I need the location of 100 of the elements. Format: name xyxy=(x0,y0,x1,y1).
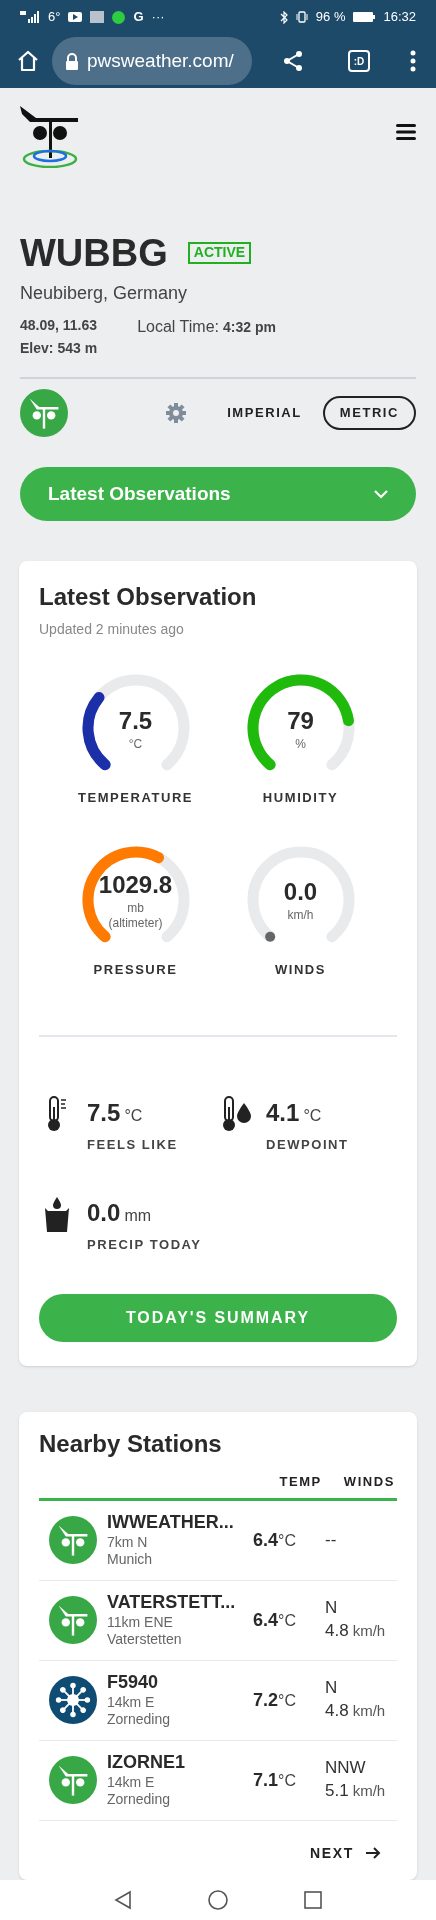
station-name: IZORNE1 xyxy=(107,1751,186,1774)
recents-icon[interactable] xyxy=(304,1890,322,1909)
stat-label: PRECIP TODAY xyxy=(87,1235,202,1254)
logo[interactable] xyxy=(20,106,80,168)
lock-icon xyxy=(65,52,79,70)
station-city: Munich xyxy=(107,1551,154,1569)
menu-icon[interactable] xyxy=(396,124,416,140)
battery-percent: 96 % xyxy=(315,8,346,27)
tab-counter[interactable]: :D xyxy=(348,50,370,72)
wind-direction: NNW xyxy=(325,1756,367,1778)
column-header: WINDS xyxy=(343,1473,395,1491)
wind-direction: N xyxy=(325,1676,339,1698)
vibrate-icon xyxy=(295,11,308,23)
station-location: Neubiberg, Germany xyxy=(20,282,189,305)
wind-unit: km/h xyxy=(352,1780,386,1801)
home-icon[interactable] xyxy=(16,49,40,73)
more-icon[interactable] xyxy=(410,50,416,72)
app-icon xyxy=(112,10,126,24)
temp-unit: °C xyxy=(278,1610,296,1631)
notification-text: G xyxy=(133,8,144,27)
status-badge: ACTIVE xyxy=(187,242,252,264)
settings-icon[interactable] xyxy=(166,403,187,423)
station-distance: 14km E xyxy=(107,1693,156,1712)
gauge-label: TEMPERATURE xyxy=(77,789,194,807)
station-temp: 6.4 xyxy=(253,1608,279,1632)
stat-unit: mm xyxy=(124,1205,152,1226)
gauge-value: 7.5 xyxy=(118,708,153,733)
station-city: Zorneding xyxy=(107,1791,172,1809)
video-icon xyxy=(68,12,83,22)
unit-toggle[interactable]: IMPERIAL xyxy=(210,396,319,430)
station-row[interactable]: IZORNE1 14km E Zorneding 7.1°C NNW 5.1 km/h xyxy=(39,1740,397,1821)
stat-label: DEWPOINT xyxy=(266,1136,349,1154)
station-temp: 7.2 xyxy=(253,1688,279,1712)
station-row[interactable]: IWWEATHER... 7km N Munich 6.4°C -- xyxy=(39,1500,397,1581)
arrow-icon xyxy=(366,1847,381,1859)
notification-text: ··· xyxy=(151,8,165,27)
share-icon[interactable] xyxy=(282,50,304,72)
notification-text: 6° xyxy=(48,8,61,27)
stat-value: 0.0 xyxy=(87,1197,121,1228)
coordinates: 48.09, 11.63 xyxy=(20,316,98,335)
gauge-unit: % xyxy=(295,736,306,752)
unit-toggle[interactable]: METRIC xyxy=(322,396,416,430)
signal-icon xyxy=(20,11,40,23)
gauge-value: 0.0 xyxy=(283,880,318,904)
station-city: Vaterstetten xyxy=(107,1631,183,1649)
gauge-unit: mb xyxy=(127,900,144,916)
gauge-unit: km/h xyxy=(287,908,314,923)
station-icon xyxy=(49,1756,97,1804)
network-icon xyxy=(49,1676,97,1724)
elevation-label: Elev: xyxy=(20,339,54,358)
station-icon xyxy=(49,1596,97,1644)
temp-unit: °C xyxy=(278,1770,296,1791)
app-icon xyxy=(90,11,105,23)
local-time-label: Local Time: xyxy=(137,317,219,337)
station-temp: 7.1 xyxy=(253,1768,279,1792)
station-distance: 11km ENE xyxy=(107,1613,174,1632)
temp-unit: °C xyxy=(278,1690,296,1711)
gauge-label: PRESSURE xyxy=(93,960,178,979)
gauge-note: (altimeter) xyxy=(108,915,163,931)
battery-icon xyxy=(353,12,376,22)
bluetooth-icon xyxy=(279,10,288,24)
clock: 16:32 xyxy=(383,8,416,27)
chevron-icon xyxy=(374,489,388,499)
address-bar[interactable]: pwsweather.com/ xyxy=(52,37,252,85)
station-name: IWWEATHER... xyxy=(107,1511,235,1534)
gauge-label: WINDS xyxy=(274,960,327,979)
stat-value: 4.1 xyxy=(266,1098,300,1128)
wind-speed: 5.1 xyxy=(325,1779,349,1802)
wind-speed: 4.8 xyxy=(325,1619,349,1642)
local-time-value: 4:32 pm xyxy=(223,318,276,337)
card-title: Latest Observation xyxy=(39,582,258,612)
station-city: Zorneding xyxy=(107,1711,172,1729)
wind-direction: -- xyxy=(325,1529,337,1551)
gauge-value: 79 xyxy=(287,708,314,733)
home-nav-icon[interactable] xyxy=(208,1889,228,1910)
station-icon xyxy=(20,389,68,437)
wind-unit: km/h xyxy=(352,1620,386,1641)
wind-unit: km/h xyxy=(352,1700,386,1721)
back-icon[interactable] xyxy=(114,1889,132,1910)
gauge-value: 1029.8 xyxy=(98,872,173,897)
updated-text: Updated 2 minutes ago xyxy=(39,620,185,639)
station-name: F5940 xyxy=(107,1671,160,1694)
station-id: WUBBG xyxy=(20,234,168,272)
wind-speed: 4.8 xyxy=(325,1699,349,1722)
station-row[interactable]: VATERSTETT... 11km ENE Vaterstetten 6.4°C N 4.8 km/h xyxy=(39,1580,397,1661)
station-distance: 7km N xyxy=(107,1533,149,1552)
stat-value: 7.5 xyxy=(87,1098,121,1128)
station-row[interactable]: F5940 14km E Zorneding 7.2°C N 4.8 km/h xyxy=(39,1660,397,1741)
temp-unit: °C xyxy=(278,1530,296,1551)
card-title: Nearby Stations xyxy=(39,1429,223,1459)
station-temp: 6.4 xyxy=(253,1528,279,1552)
gauge-label: HUMIDITY xyxy=(262,789,339,807)
elevation-value: 543 m xyxy=(57,339,98,358)
stat-label: FEELS LIKE xyxy=(87,1136,178,1154)
column-header: TEMP xyxy=(279,1473,322,1491)
next-link[interactable]: NEXT xyxy=(309,1842,381,1864)
thermometer-drop-icon xyxy=(220,1095,252,1133)
station-distance: 14km E xyxy=(107,1773,156,1792)
wind-direction: N xyxy=(325,1596,339,1618)
thermometer-icon xyxy=(45,1095,69,1133)
